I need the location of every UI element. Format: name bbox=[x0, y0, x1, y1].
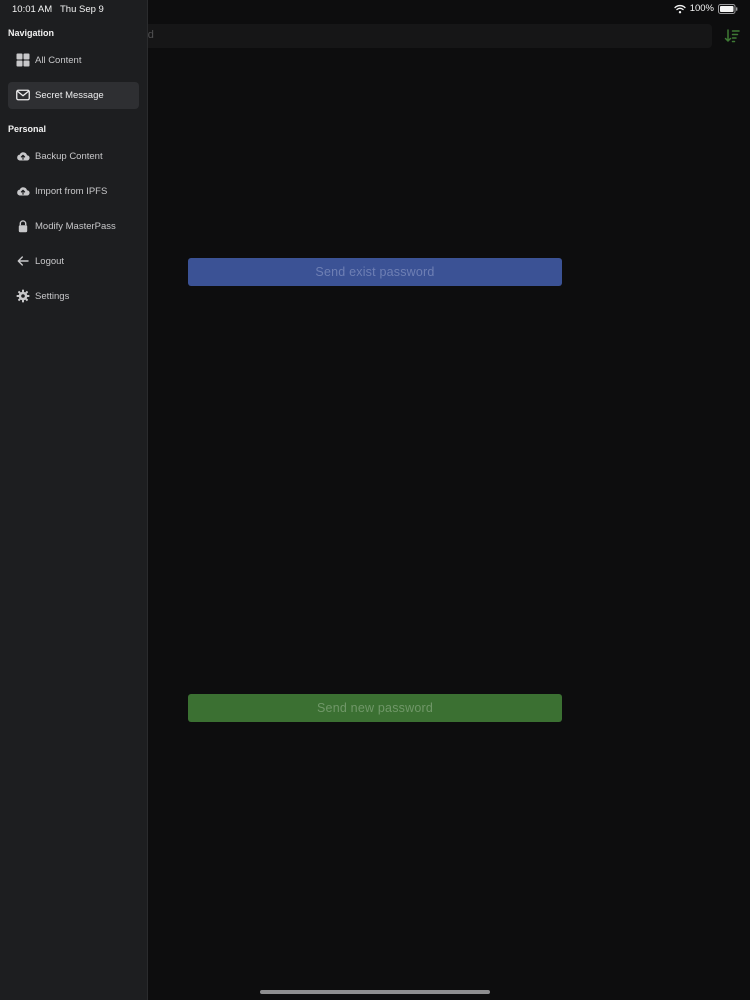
arrow-left-icon bbox=[16, 254, 30, 268]
send-exist-password-button[interactable]: Send exist password bbox=[188, 258, 562, 286]
sidebar-item-label: Logout bbox=[35, 256, 65, 267]
status-time: 10:01 AM bbox=[12, 4, 53, 15]
grid-icon bbox=[16, 53, 30, 67]
sidebar-item-all-content[interactable]: All Content bbox=[8, 47, 139, 74]
sidebar-item-import-from-ipfs[interactable]: Import from IPFS bbox=[8, 178, 139, 205]
sidebar-item-label: Secret Message bbox=[35, 90, 104, 101]
home-indicator[interactable] bbox=[260, 990, 490, 994]
sidebar-item-label: Settings bbox=[35, 291, 70, 302]
sidebar-item-secret-message[interactable]: Secret Message bbox=[8, 82, 139, 109]
battery-icon bbox=[718, 3, 738, 14]
status-date: Thu Sep 9 bbox=[60, 4, 104, 15]
wifi-icon bbox=[674, 4, 686, 13]
sidebar-item-backup-content[interactable]: Backup Content bbox=[8, 143, 139, 170]
gear-icon bbox=[16, 289, 30, 303]
send-exist-password-label: Send exist password bbox=[315, 265, 435, 279]
cloud-upload-icon bbox=[16, 184, 30, 198]
lock-icon bbox=[16, 219, 30, 233]
send-new-password-label: Send new password bbox=[317, 701, 433, 715]
cloud-upload-icon bbox=[16, 149, 30, 163]
sidebar-item-label: Backup Content bbox=[35, 151, 103, 162]
sort-icon bbox=[724, 29, 740, 43]
sidebar-item-settings[interactable]: Settings bbox=[8, 283, 139, 310]
sidebar-item-logout[interactable]: Logout bbox=[8, 248, 139, 275]
section-header-navigation: Navigation bbox=[8, 28, 55, 38]
sidebar-item-label: Import from IPFS bbox=[35, 186, 108, 197]
envelope-icon bbox=[16, 88, 30, 102]
send-new-password-button[interactable]: Send new password bbox=[188, 694, 562, 722]
sidebar-item-label: All Content bbox=[35, 55, 82, 66]
battery-percentage: 100% bbox=[689, 3, 714, 14]
section-header-personal: Personal bbox=[8, 124, 47, 134]
sort-button[interactable] bbox=[722, 26, 742, 46]
status-bar: 10:01 AM Thu Sep 9 100% bbox=[0, 0, 750, 18]
sidebar-item-modify-masterpass[interactable]: Modify MasterPass bbox=[8, 213, 139, 240]
status-indicators: 100% bbox=[674, 3, 738, 14]
sidebar-item-label: Modify MasterPass bbox=[35, 221, 116, 232]
app-screen: word Send exist password Send new passwo… bbox=[0, 0, 750, 1000]
sidebar: Navigation All Content Secret Message Pe… bbox=[0, 0, 148, 1000]
